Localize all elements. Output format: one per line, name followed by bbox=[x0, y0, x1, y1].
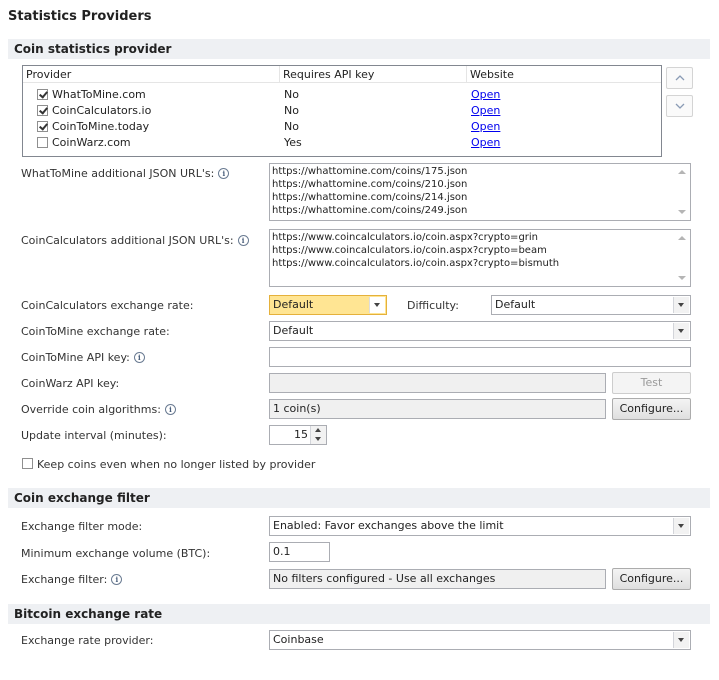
spin-down-icon[interactable] bbox=[311, 435, 326, 444]
keep-coins-label[interactable]: Keep coins even when no longer listed by… bbox=[37, 458, 315, 471]
website-open-link[interactable]: Open bbox=[471, 103, 500, 119]
chevron-down-icon[interactable] bbox=[673, 297, 689, 313]
wtm-urls-textarea[interactable]: https://whattomine.com/coins/175.json ht… bbox=[269, 163, 691, 221]
chevron-down-icon[interactable] bbox=[673, 323, 689, 339]
provider-name: WhatToMine.com bbox=[52, 88, 146, 101]
exchange-filter-field: No filters configured - Use all exchange… bbox=[269, 569, 606, 589]
select-value: Default bbox=[273, 324, 314, 337]
requires-api-key-value: No bbox=[284, 104, 299, 117]
cw-api-key-label: CoinWarz API key: bbox=[21, 377, 120, 390]
vertical-scrollbar[interactable] bbox=[674, 230, 690, 286]
url-line: https://whattomine.com/coins/214.json bbox=[272, 192, 468, 203]
test-button[interactable]: Test bbox=[612, 372, 691, 394]
info-icon[interactable]: i bbox=[164, 404, 176, 415]
exchange-filter-label: Exchange filter: i bbox=[21, 573, 123, 586]
select-value: Coinbase bbox=[273, 633, 324, 646]
website-open-link[interactable]: Open bbox=[471, 135, 500, 151]
provider-name: CoinWarz.com bbox=[52, 136, 131, 149]
spinner-value: 15 bbox=[294, 428, 308, 441]
providers-grid[interactable]: Provider Requires API key Website WhatTo… bbox=[22, 65, 662, 157]
provider-checkbox-whattomine[interactable] bbox=[37, 89, 48, 100]
provider-row-whattomine[interactable]: WhatToMine.com No Open bbox=[23, 87, 661, 103]
section-bitcoin-exchange-rate: Bitcoin exchange rate bbox=[8, 604, 710, 624]
info-icon[interactable]: i bbox=[133, 352, 145, 363]
scroll-up-icon[interactable] bbox=[678, 170, 686, 174]
section-coin-statistics-provider: Coin statistics provider bbox=[8, 39, 710, 59]
url-line: https://whattomine.com/coins/175.json bbox=[272, 166, 468, 177]
cc-urls-label: CoinCalculators additional JSON URL's: i bbox=[21, 234, 249, 247]
provider-row-coinwarz[interactable]: CoinWarz.com Yes Open bbox=[23, 135, 661, 151]
override-algos-label: Override coin algorithms: i bbox=[21, 403, 176, 416]
section-coin-exchange-filter: Coin exchange filter bbox=[8, 488, 710, 508]
select-value: Default bbox=[273, 298, 314, 311]
difficulty-label: Difficulty: bbox=[407, 299, 459, 312]
min-exchange-volume-input[interactable]: 0.1 bbox=[269, 542, 330, 562]
exchange-rate-provider-select[interactable]: Coinbase bbox=[269, 630, 691, 650]
provider-checkbox-coinwarz[interactable] bbox=[37, 137, 48, 148]
chevron-down-icon bbox=[675, 103, 685, 109]
select-value: Default bbox=[495, 298, 536, 311]
min-exchange-volume-label: Minimum exchange volume (BTC): bbox=[21, 547, 211, 560]
url-line: https://www.coincalculators.io/coin.aspx… bbox=[272, 258, 560, 269]
exchange-filter-mode-label: Exchange filter mode: bbox=[21, 520, 143, 533]
update-interval-label: Update interval (minutes): bbox=[21, 429, 167, 442]
provider-checkbox-coincalculators[interactable] bbox=[37, 105, 48, 116]
info-icon[interactable]: i bbox=[111, 574, 123, 585]
scroll-down-icon[interactable] bbox=[678, 210, 686, 214]
move-up-button[interactable] bbox=[666, 67, 693, 89]
exchange-filter-mode-select[interactable]: Enabled: Favor exchanges above the limit bbox=[269, 516, 691, 536]
move-down-button[interactable] bbox=[666, 95, 693, 117]
select-value: Enabled: Favor exchanges above the limit bbox=[273, 519, 504, 532]
cw-api-key-input[interactable] bbox=[269, 373, 606, 393]
url-line: https://whattomine.com/coins/210.json bbox=[272, 179, 468, 190]
website-open-link[interactable]: Open bbox=[471, 119, 500, 135]
ctm-exchange-rate-select[interactable]: Default bbox=[269, 321, 691, 341]
chevron-down-icon[interactable] bbox=[673, 518, 689, 534]
provider-row-coincalculators[interactable]: CoinCalculators.io No Open bbox=[23, 103, 661, 119]
update-interval-spinner[interactable]: 15 bbox=[269, 425, 327, 445]
provider-name: CoinCalculators.io bbox=[52, 104, 152, 117]
difficulty-select[interactable]: Default bbox=[491, 295, 691, 315]
scroll-down-icon[interactable] bbox=[678, 276, 686, 280]
configure-exchange-filter-button[interactable]: Configure... bbox=[612, 568, 691, 590]
configure-algos-button[interactable]: Configure... bbox=[612, 398, 691, 420]
scroll-up-icon[interactable] bbox=[678, 236, 686, 240]
column-header-website[interactable]: Website bbox=[467, 66, 661, 83]
chevron-up-icon bbox=[675, 75, 685, 81]
keep-coins-checkbox[interactable] bbox=[22, 458, 33, 469]
cc-urls-textarea[interactable]: https://www.coincalculators.io/coin.aspx… bbox=[269, 229, 691, 287]
info-icon[interactable]: i bbox=[218, 168, 230, 179]
requires-api-key-value: No bbox=[284, 120, 299, 133]
url-line: https://www.coincalculators.io/coin.aspx… bbox=[272, 245, 547, 256]
page-title: Statistics Providers bbox=[8, 9, 152, 24]
requires-api-key-value: No bbox=[284, 88, 299, 101]
chevron-down-icon[interactable] bbox=[369, 297, 385, 313]
provider-row-cointomine[interactable]: CoinToMine.today No Open bbox=[23, 119, 661, 135]
url-line: https://www.coincalculators.io/coin.aspx… bbox=[272, 232, 539, 243]
column-header-provider[interactable]: Provider bbox=[23, 66, 280, 83]
ctm-api-key-label: CoinToMine API key: i bbox=[21, 351, 145, 364]
override-algos-field: 1 coin(s) bbox=[269, 399, 606, 419]
column-header-requires-api-key[interactable]: Requires API key bbox=[280, 66, 467, 83]
spinner-buttons[interactable] bbox=[310, 426, 326, 444]
cc-exchange-rate-label: CoinCalculators exchange rate: bbox=[21, 299, 194, 312]
requires-api-key-value: Yes bbox=[284, 136, 302, 149]
cc-exchange-rate-select[interactable]: Default bbox=[269, 295, 387, 315]
wtm-urls-label: WhatToMine additional JSON URL's: i bbox=[21, 167, 230, 180]
chevron-down-icon[interactable] bbox=[673, 632, 689, 648]
ctm-api-key-input[interactable] bbox=[269, 347, 691, 367]
provider-checkbox-cointomine[interactable] bbox=[37, 121, 48, 132]
info-icon[interactable]: i bbox=[237, 235, 249, 246]
exchange-rate-provider-label: Exchange rate provider: bbox=[21, 634, 154, 647]
provider-name: CoinToMine.today bbox=[52, 120, 150, 133]
website-open-link[interactable]: Open bbox=[471, 87, 500, 103]
ctm-exchange-rate-label: CoinToMine exchange rate: bbox=[21, 325, 170, 338]
vertical-scrollbar[interactable] bbox=[674, 164, 690, 220]
url-line: https://whattomine.com/coins/249.json bbox=[272, 205, 468, 216]
